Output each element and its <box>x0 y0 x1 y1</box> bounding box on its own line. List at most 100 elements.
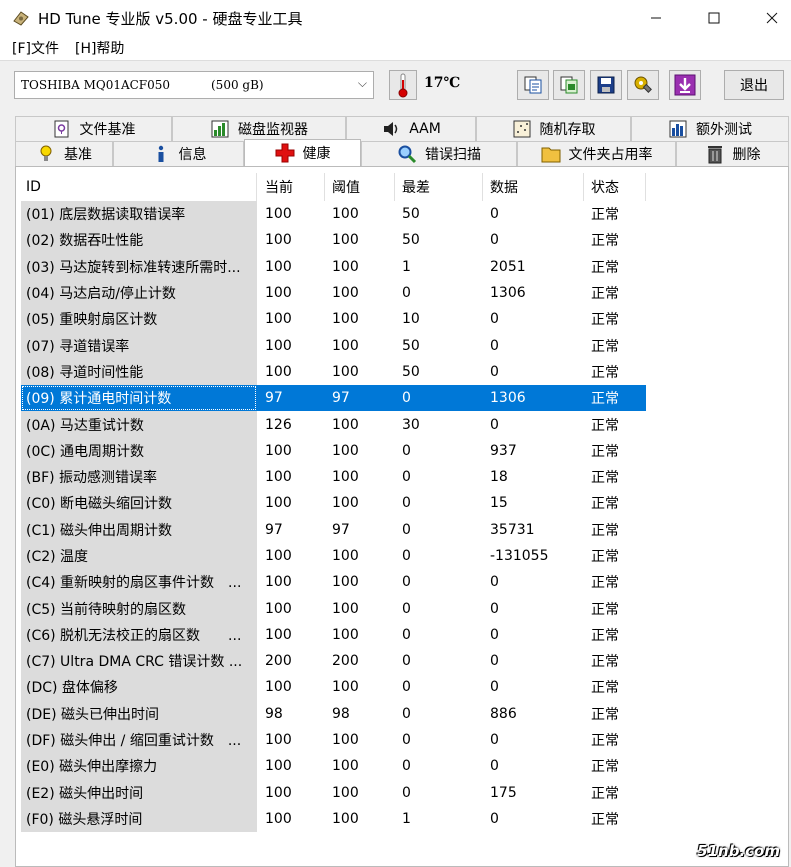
cell-id: (03) 马达旋转到标准转速所需时... <box>21 253 257 280</box>
download-arrow-icon <box>674 74 696 96</box>
table-row[interactable]: (F0) 磁头悬浮时间 100 100 1 0 正常 <box>21 805 646 833</box>
cell-current: 100 <box>265 758 292 775</box>
cell-data: 937 <box>490 442 517 459</box>
cell-data: 15 <box>490 495 508 512</box>
table-row[interactable]: (C0) 断电磁头缩回计数 100 100 0 15 正常 <box>21 490 646 517</box>
cell-worst: 0 <box>402 285 411 302</box>
thermometer-icon <box>389 70 417 100</box>
table-row[interactable]: (C7) Ultra DMA CRC 错误计数 ... 200 200 0 0 正常 <box>21 648 646 675</box>
cell-status: 正常 <box>591 496 619 513</box>
cell-status: 正常 <box>591 811 619 828</box>
tab-info[interactable]: 信息 <box>113 141 244 166</box>
tab-label: 文件基准 <box>79 122 136 138</box>
table-row[interactable]: (01) 底层数据读取错误率 100 100 50 0 正常 <box>21 201 646 228</box>
cell-worst: 0 <box>402 784 411 801</box>
drive-select[interactable]: TOSHIBA MQ01ACF050 (500 gB) ⌵ <box>14 71 374 99</box>
table-row[interactable]: (DF) 磁头伸出 / 缩回重试计数 ... 100 100 0 0 正常 <box>21 726 646 754</box>
table-row[interactable]: (E0) 磁头伸出摩擦力 100 100 0 0 正常 <box>21 753 646 780</box>
save-button[interactable] <box>590 70 622 100</box>
cell-current: 97 <box>265 521 283 538</box>
tab-disk-monitor[interactable]: 磁盘监视器 <box>172 116 346 141</box>
table-row[interactable]: (03) 马达旋转到标准转速所需时... 100 100 1 2051 正常 <box>21 253 646 280</box>
cell-data: 0 <box>490 653 499 670</box>
window-title: HD Tune 专业版 v5.00 - 硬盘专业工具 <box>38 9 303 28</box>
col-header-id[interactable]: ID <box>21 173 257 201</box>
tab-aam[interactable]: AAM <box>346 116 476 141</box>
disk-monitor-icon <box>210 119 230 139</box>
toolbar: TOSHIBA MQ01ACF050 (500 gB) ⌵ 17℃ 退出 <box>0 62 791 110</box>
col-header-worst[interactable]: 最差 <box>395 173 483 201</box>
trash-icon <box>705 144 725 164</box>
cell-threshold: 98 <box>332 705 350 722</box>
col-header-data[interactable]: 数据 <box>483 173 584 201</box>
cell-current: 100 <box>265 784 292 801</box>
tab-folder-usage[interactable]: 文件夹占用率 <box>517 141 676 166</box>
cell-data: 0 <box>490 232 499 249</box>
table-row[interactable]: (05) 重映射扇区计数 100 100 10 0 正常 <box>21 306 646 333</box>
exit-button[interactable]: 退出 <box>724 70 784 100</box>
table-row[interactable]: (04) 马达启动/停止计数 100 100 0 1306 正常 <box>21 279 646 307</box>
table-row[interactable]: (0A) 马达重试计数 126 100 30 0 正常 <box>21 411 646 438</box>
table-row[interactable]: (BF) 振动感测错误率 100 100 0 18 正常 <box>21 463 646 491</box>
tab-erase[interactable]: 删除 <box>676 141 789 166</box>
table-row[interactable]: (C1) 磁头伸出周期计数 97 97 0 35731 正常 <box>21 516 646 543</box>
cell-status: 正常 <box>591 417 619 434</box>
copy-text-icon <box>524 76 542 94</box>
minimize-button[interactable] <box>633 0 679 36</box>
options-button[interactable] <box>627 70 659 100</box>
cell-current: 100 <box>265 548 292 564</box>
tab-error-scan[interactable]: 错误扫描 <box>361 141 517 166</box>
cell-id: (E2) 磁头伸出时间 <box>21 779 257 806</box>
close-button[interactable] <box>749 0 791 36</box>
table-row[interactable]: (02) 数据吞吐性能 100 100 50 0 正常 <box>21 227 646 254</box>
cell-worst: 0 <box>402 600 411 617</box>
table-row[interactable]: (C6) 脱机无法校正的扇区数 ... 100 100 0 0 正常 <box>21 621 646 649</box>
copy-info-button[interactable] <box>517 70 549 100</box>
cell-status: 正常 <box>591 259 619 276</box>
tab-random-access[interactable]: 随机存取 <box>476 116 631 141</box>
tab-file-benchmark[interactable]: 文件基准 <box>15 116 172 141</box>
table-row[interactable]: (DC) 盘体偏移 100 100 0 0 正常 <box>21 674 646 701</box>
table-row[interactable]: (0C) 通电周期计数 100 100 0 937 正常 <box>21 437 646 464</box>
cell-threshold: 100 <box>332 206 359 223</box>
table-row[interactable]: (09) 累计通电时间计数 97 97 0 1306 正常 <box>21 385 646 412</box>
table-row[interactable]: (DE) 磁头已伸出时间 98 98 0 886 正常 <box>21 700 646 727</box>
cell-data: 0 <box>490 810 499 827</box>
col-header-status[interactable]: 状态 <box>584 173 646 201</box>
tab-health[interactable]: 健康 <box>244 139 361 166</box>
cell-id: (0A) 马达重试计数 <box>21 411 257 438</box>
cell-data: 35731 <box>490 521 535 538</box>
cell-current: 100 <box>265 442 292 459</box>
table-row[interactable]: (C2) 温度 100 100 0 -131055 正常 <box>21 542 646 570</box>
table-row[interactable]: (08) 寻道时间性能 100 100 50 0 正常 <box>21 358 646 386</box>
menu-help[interactable]: [H]帮助 <box>67 38 132 58</box>
col-header-threshold[interactable]: 阈值 <box>325 173 395 201</box>
title-bar: HD Tune 专业版 v5.00 - 硬盘专业工具 <box>0 0 791 36</box>
menu-file[interactable]: [F]文件 <box>4 38 67 58</box>
cell-id: (08) 寻道时间性能 <box>21 358 257 386</box>
table-row[interactable]: (07) 寻道错误率 100 100 50 0 正常 <box>21 332 646 359</box>
col-header-current[interactable]: 当前 <box>257 173 325 201</box>
cell-id: (04) 马达启动/停止计数 <box>21 279 257 307</box>
cell-status: 正常 <box>591 364 619 381</box>
cell-threshold: 100 <box>332 416 359 433</box>
tabs-bottom-row: 基准 信息 健康 错误扫描 文件夹占用率 删除 <box>15 139 789 166</box>
table-header: ID 当前 阈值 最差 数据 状态 <box>21 173 646 201</box>
table-row[interactable]: (C5) 当前待映射的扇区数 100 100 0 0 正常 <box>21 595 646 622</box>
copy-screenshot-button[interactable] <box>553 70 585 100</box>
tab-label: 随机存取 <box>539 122 596 138</box>
cell-threshold: 100 <box>332 810 359 827</box>
tab-benchmark[interactable]: 基准 <box>15 141 113 166</box>
random-access-icon <box>512 119 532 139</box>
table-row[interactable]: (E2) 磁头伸出时间 100 100 0 175 正常 <box>21 779 646 806</box>
tab-extra-tests[interactable]: 额外测试 <box>631 116 789 141</box>
minimize-icon <box>651 17 661 19</box>
cell-data: 0 <box>490 337 499 354</box>
download-button[interactable] <box>669 70 701 100</box>
cell-status: 正常 <box>591 601 619 618</box>
cell-data: 2051 <box>490 258 526 275</box>
table-row[interactable]: (C4) 重新映射的扇区事件计数 ... 100 100 0 0 正常 <box>21 569 646 596</box>
maximize-button[interactable] <box>691 0 737 36</box>
tab-label: 健康 <box>302 146 331 162</box>
chevron-down-icon: ⌵ <box>357 76 367 90</box>
